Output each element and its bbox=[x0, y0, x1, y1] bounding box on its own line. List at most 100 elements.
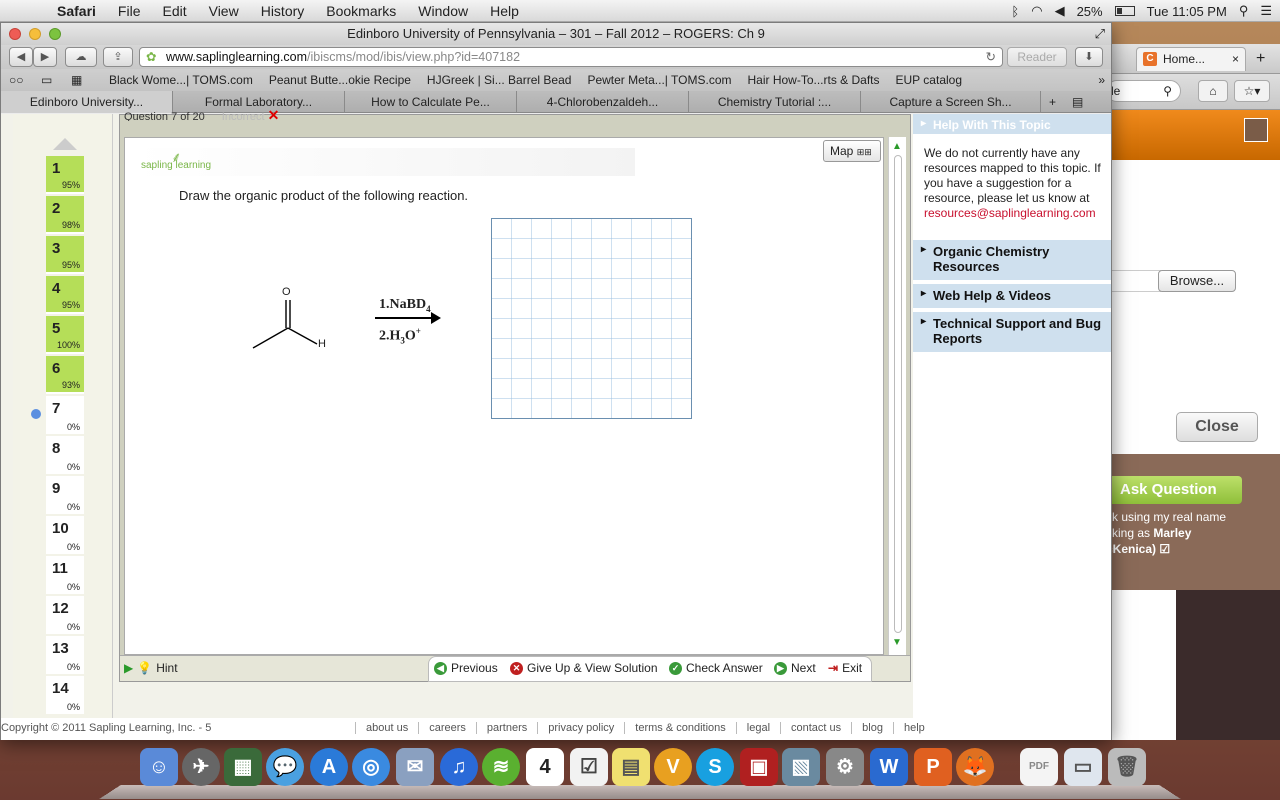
bookmark-item[interactable]: Black Wome...| TOMS.com bbox=[101, 73, 261, 87]
scroll-up-arrow-icon[interactable] bbox=[53, 138, 77, 150]
finder-icon[interactable]: ☺ bbox=[140, 748, 178, 786]
downloads-button[interactable]: ⬇ bbox=[1075, 47, 1103, 67]
bg-file-field[interactable] bbox=[1106, 270, 1161, 292]
help-email-link[interactable]: resources@saplinglearning.com bbox=[924, 206, 1110, 221]
bookmark-star-button[interactable]: ☆▾ bbox=[1234, 80, 1270, 102]
zoom-window-button[interactable] bbox=[49, 28, 61, 40]
tab-capture-screen[interactable]: Capture a Screen Sh... bbox=[861, 91, 1041, 113]
back-button[interactable]: ◀ bbox=[9, 47, 33, 67]
new-tab-button[interactable]: + bbox=[1256, 50, 1265, 68]
question-nav-item[interactable]: 6 93% bbox=[46, 356, 84, 394]
hint-button[interactable]: ▶ 💡 Hint bbox=[124, 661, 178, 675]
forward-button[interactable]: ▶ bbox=[33, 47, 57, 67]
question-nav-item[interactable]: 12 0% bbox=[46, 596, 84, 634]
close-button[interactable]: Close bbox=[1176, 412, 1258, 442]
home-button[interactable]: ⌂ bbox=[1198, 80, 1228, 102]
menu-app-name[interactable]: Safari bbox=[46, 3, 107, 19]
safari-icon[interactable]: ◎ bbox=[352, 748, 390, 786]
close-icon[interactable]: × bbox=[1232, 52, 1239, 66]
content-scrollbar[interactable]: ▲ ▼ bbox=[888, 137, 906, 655]
mail-icon[interactable]: ✉ bbox=[396, 748, 434, 786]
word-icon[interactable]: W bbox=[870, 748, 908, 786]
give-up-button[interactable]: ✕ Give Up & View Solution bbox=[510, 661, 658, 675]
wifi-icon[interactable]: ◠ bbox=[1031, 3, 1042, 19]
previous-button[interactable]: ◀ Previous bbox=[434, 661, 498, 675]
footer-link[interactable]: contact us bbox=[780, 722, 851, 734]
dashboard-icon[interactable]: ▦ bbox=[224, 748, 262, 786]
tab-overview-icon[interactable]: ▤ bbox=[1064, 91, 1091, 112]
menu-help[interactable]: Help bbox=[479, 3, 530, 19]
check-answer-button[interactable]: ✓ Check Answer bbox=[669, 661, 763, 675]
battery-icon[interactable] bbox=[1114, 6, 1135, 16]
question-nav-item[interactable]: 10 0% bbox=[46, 516, 84, 554]
reader-button[interactable]: Reader bbox=[1007, 47, 1067, 67]
skype-icon[interactable]: S bbox=[696, 748, 734, 786]
question-nav-item[interactable]: 5 100% bbox=[46, 316, 84, 354]
question-nav-item[interactable]: 8 0% bbox=[46, 436, 84, 474]
more-bookmarks-icon[interactable]: » bbox=[1098, 73, 1105, 87]
exit-button[interactable]: ⇥ Exit bbox=[828, 661, 862, 675]
question-nav-item[interactable]: 13 0% bbox=[46, 636, 84, 674]
new-tab-button[interactable]: + bbox=[1041, 91, 1064, 112]
map-button[interactable]: Map ⊞⊞ bbox=[823, 140, 881, 162]
menu-history[interactable]: History bbox=[250, 3, 316, 19]
tab-calculate[interactable]: How to Calculate Pe... bbox=[345, 91, 517, 113]
menu-bookmarks[interactable]: Bookmarks bbox=[315, 3, 407, 19]
browse-button[interactable]: Browse... bbox=[1158, 270, 1236, 292]
checkbox-icon[interactable]: ☑ bbox=[1159, 542, 1170, 556]
drawing-canvas[interactable] bbox=[491, 218, 693, 420]
ask-question-button[interactable]: Ask Question bbox=[1106, 476, 1242, 504]
reading-list-icon[interactable]: ○○ bbox=[9, 73, 24, 87]
scroll-track[interactable] bbox=[894, 155, 902, 633]
bookmark-item[interactable]: Peanut Butte...okie Recipe bbox=[261, 73, 419, 87]
bookmark-item[interactable]: HJGreek | Si... Barrel Bead bbox=[419, 73, 580, 87]
close-window-button[interactable] bbox=[9, 28, 21, 40]
section-web-help[interactable]: Web Help & Videos bbox=[913, 282, 1111, 308]
minimize-window-button[interactable] bbox=[29, 28, 41, 40]
fullscreen-icon[interactable]: ⤢ bbox=[1095, 23, 1105, 45]
pdf-document-icon[interactable]: PDF bbox=[1020, 748, 1058, 786]
share-button[interactable]: ⇪ bbox=[103, 47, 133, 67]
menu-file[interactable]: File bbox=[107, 3, 152, 19]
stickies-icon[interactable]: ▤ bbox=[612, 748, 650, 786]
firefox-icon[interactable]: 🦊 bbox=[956, 748, 994, 786]
question-nav-item[interactable]: 3 95% bbox=[46, 236, 84, 274]
footer-link[interactable]: help bbox=[892, 722, 935, 734]
scroll-up-icon[interactable]: ▲ bbox=[892, 141, 902, 152]
section-organic-chemistry[interactable]: Organic Chemistry Resources bbox=[913, 238, 1111, 280]
system-preferences-icon[interactable]: ⚙ bbox=[826, 748, 864, 786]
bg-tab-home[interactable]: C Home... × bbox=[1136, 46, 1246, 71]
bluetooth-icon[interactable]: ᛒ bbox=[1011, 4, 1019, 19]
question-nav-item[interactable]: 2 98% bbox=[46, 196, 84, 234]
top-sites-icon[interactable]: ▦ bbox=[71, 73, 82, 87]
tab-chlorobenzaldehyde[interactable]: 4-Chlorobenzaldeh... bbox=[517, 91, 689, 113]
question-nav-item[interactable]: 14 0% bbox=[46, 676, 84, 714]
footer-link[interactable]: about us bbox=[355, 722, 418, 734]
downloads-stack-icon[interactable]: ▭ bbox=[1064, 748, 1102, 786]
reminders-icon[interactable]: ☑ bbox=[570, 748, 608, 786]
launchpad-icon[interactable]: ✈ bbox=[182, 748, 220, 786]
bookmark-item[interactable]: Pewter Meta...| TOMS.com bbox=[579, 73, 739, 87]
iphoto-icon[interactable]: ▧ bbox=[782, 748, 820, 786]
section-tech-support[interactable]: Technical Support and Bug Reports bbox=[913, 310, 1111, 352]
tab-chemistry-tutorial[interactable]: Chemistry Tutorial :... bbox=[689, 91, 861, 113]
trash-icon[interactable]: 🗑 bbox=[1108, 748, 1146, 786]
address-bar[interactable]: ✿ www.saplinglearning.com/ibiscms/mod/ib… bbox=[139, 47, 1003, 67]
footer-link[interactable]: careers bbox=[418, 722, 476, 734]
reload-icon[interactable]: ↻ bbox=[986, 48, 996, 66]
menu-window[interactable]: Window bbox=[407, 3, 479, 19]
footer-link[interactable]: partners bbox=[475, 722, 537, 734]
footer-link[interactable]: legal bbox=[735, 722, 780, 734]
footer-link[interactable]: privacy policy bbox=[537, 722, 624, 734]
footer-link[interactable]: blog bbox=[851, 722, 893, 734]
question-nav-item[interactable]: 4 95% bbox=[46, 276, 84, 314]
question-nav-item[interactable]: 1 95% bbox=[46, 156, 84, 194]
photo-booth-icon[interactable]: ▣ bbox=[740, 748, 778, 786]
spotlight-search-icon[interactable]: ⚲ bbox=[1239, 3, 1249, 19]
clock[interactable]: Tue 11:05 PM bbox=[1147, 4, 1227, 19]
question-nav-item[interactable]: 11 0% bbox=[46, 556, 84, 594]
volume-icon[interactable]: ◀ bbox=[1055, 3, 1065, 19]
menu-view[interactable]: View bbox=[198, 3, 250, 19]
messages-icon[interactable]: 💬 bbox=[266, 748, 304, 786]
vlc-icon[interactable]: V bbox=[654, 748, 692, 786]
